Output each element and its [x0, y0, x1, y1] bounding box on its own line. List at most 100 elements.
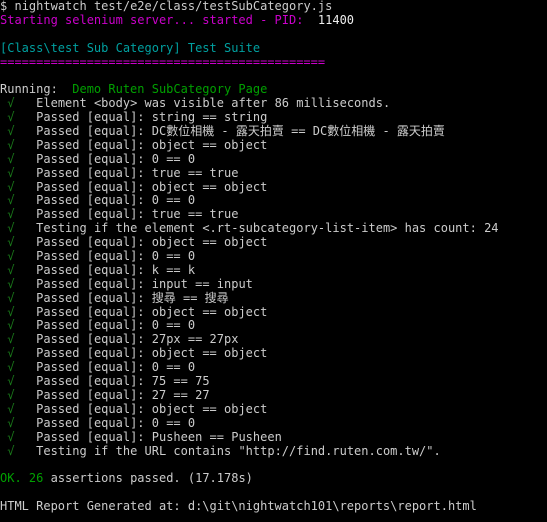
assertion-result-text: Passed [equal]: k == k [36, 262, 196, 277]
assertion-result-line: √ Passed [equal]: 0 == 0 [0, 194, 547, 208]
assertion-result-text: Passed [equal]: DC數位相機 - 露天拍賣 == DC數位相機 … [36, 124, 445, 139]
assertion-result-line: √ Passed [equal]: k == k [0, 262, 547, 278]
suite-title: [Class\test Sub Category] Test Suite [0, 40, 261, 55]
assertion-result-line: √ Passed [equal]: object == object [0, 346, 547, 361]
assertion-result-line: √ Passed [equal]: object == object [0, 138, 547, 153]
assertion-result-line: √ Passed [equal]: object == object [0, 179, 547, 195]
running-test-name: Demo Ruten SubCategory Page [72, 82, 268, 97]
assertion-result-text: Passed [equal]: object == object [36, 346, 268, 361]
assertion-result-text: Passed [equal]: Pusheen == Pusheen [36, 429, 282, 444]
assertion-result-line: √ Testing if the URL contains "http://fi… [0, 443, 547, 459]
summary-status: OK. [0, 471, 22, 486]
assertion-results-list: √ Element <body> was visible after 86 mi… [0, 96, 547, 459]
summary-text: assertions passed. (17.178s) [50, 471, 253, 486]
assertion-result-text: Passed [equal]: object == object [36, 304, 268, 319]
assertion-result-text: Passed [equal]: 搜尋 == 搜尋 [36, 290, 229, 305]
assertion-result-line: √ Passed [equal]: string == string [0, 110, 547, 125]
assertion-result-line: √ Passed [equal]: 27px == 27px [0, 332, 547, 347]
running-line: Running: Demo Ruten SubCategory Page [0, 82, 547, 97]
assertion-result-text: Passed [equal]: 27px == 27px [36, 332, 239, 347]
assertion-result-line: √ Passed [equal]: 0 == 0 [0, 249, 547, 264]
assertion-result-line: √ Passed [equal]: object == object [0, 304, 547, 320]
running-label: Running: [0, 82, 58, 97]
assertion-result-text: Passed [equal]: 75 == 75 [36, 374, 210, 389]
assertion-result-line: √ Passed [equal]: 27 == 27 [0, 387, 547, 403]
assertion-result-line: √ Element <body> was visible after 86 mi… [0, 96, 547, 111]
suite-separator: ========================================… [0, 54, 326, 69]
selenium-pid: 11400 [317, 12, 355, 27]
suite-title-line: [Class\test Sub Category] Test Suite [0, 40, 547, 56]
assertion-result-line: √ Passed [equal]: DC數位相機 - 露天拍賣 == DC數位相… [0, 124, 547, 139]
assertion-result-line: √ Passed [equal]: 0 == 0 [0, 319, 547, 333]
assertion-result-line: √ Passed [equal]: Pusheen == Pusheen [0, 429, 547, 445]
assertion-result-text: Testing if the URL contains "http://find… [36, 443, 441, 458]
selenium-status-line: Starting selenium server... started - PI… [0, 12, 547, 28]
prompt-command: nightwatch test/e2e/class/testSubCategor… [14, 0, 333, 13]
assertion-result-text: Passed [equal]: input == input [36, 276, 253, 291]
assertion-result-line: √ Passed [equal]: 0 == 0 [0, 360, 547, 375]
summary-line: OK. 26 assertions passed. (17.178s) [0, 471, 547, 486]
summary-assertion-count: 26 [28, 471, 44, 486]
assertion-result-text: Passed [equal]: 0 == 0 [36, 151, 196, 166]
assertion-result-line: √ Passed [equal]: 搜尋 == 搜尋 [0, 290, 547, 306]
assertion-result-text: Passed [equal]: object == object [36, 401, 268, 416]
assertion-result-line: √ Testing if the element <.rt-subcategor… [0, 221, 547, 236]
assertion-result-text: Passed [equal]: true == true [36, 165, 239, 180]
assertion-result-text: Passed [equal]: object == object [36, 179, 268, 194]
report-line: HTML Report Generated at: d:\git\nightwa… [0, 499, 547, 514]
assertion-result-text: Passed [equal]: true == true [36, 207, 239, 222]
assertion-result-text: Passed [equal]: 27 == 27 [36, 387, 210, 402]
report-path: d:\git\nightwatch101\reports\report.html [187, 499, 477, 514]
assertion-result-text: Passed [equal]: 0 == 0 [36, 415, 196, 430]
assertion-result-line: √ Passed [equal]: input == input [0, 276, 547, 292]
prompt-line: $ nightwatch test/e2e/class/testSubCateg… [0, 0, 547, 14]
assertion-result-text: Testing if the element <.rt-subcategory-… [36, 221, 499, 236]
selenium-status-message: Starting selenium server... started - PI… [0, 12, 304, 27]
assertion-result-text: Passed [equal]: 0 == 0 [36, 318, 196, 333]
assertion-result-line: √ Passed [equal]: 75 == 75 [0, 374, 547, 389]
terminal-window: $ nightwatch test/e2e/class/testSubCateg… [0, 0, 547, 522]
assertion-result-line: √ Passed [equal]: 0 == 0 [0, 151, 547, 167]
